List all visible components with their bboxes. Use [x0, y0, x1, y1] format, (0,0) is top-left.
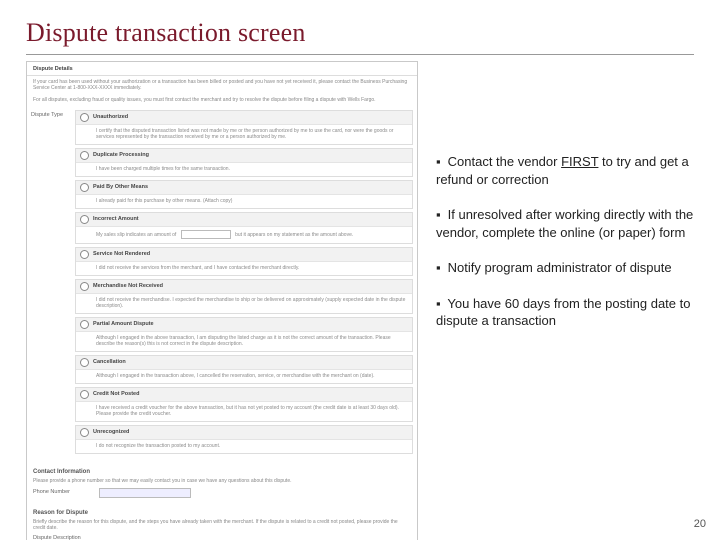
radio-icon[interactable] [80, 250, 89, 259]
radio-icon[interactable] [80, 358, 89, 367]
row-desc: I already paid for this purchase by othe… [76, 195, 412, 208]
radio-icon[interactable] [80, 390, 89, 399]
side-label: Dispute Type [31, 112, 63, 119]
dispute-row: Unrecognized I do not recognize the trans… [75, 425, 413, 454]
row-title: Paid By Other Means [93, 184, 148, 191]
row-title: Unrecognized [93, 429, 129, 436]
contact-lead: Please provide a phone number so that we… [33, 478, 411, 486]
row-title: Service Not Rendered [93, 251, 150, 258]
radio-icon[interactable] [80, 320, 89, 329]
contact-heading: Contact Information [27, 463, 417, 478]
row-title: Credit Not Posted [93, 391, 139, 398]
phone-input[interactable] [99, 488, 191, 498]
dispute-row: Partial Amount Dispute Although I engaged… [75, 317, 413, 352]
desc-label: Dispute Description [33, 535, 93, 540]
radio-icon[interactable] [80, 282, 89, 291]
row-title: Incorrect Amount [93, 216, 139, 223]
radio-icon[interactable] [80, 151, 89, 160]
radio-icon[interactable] [80, 183, 89, 192]
row-desc: Although I engaged in the above transact… [76, 332, 412, 351]
mock-header: Dispute Details [27, 62, 417, 76]
reason-heading: Reason for Dispute [27, 504, 417, 519]
bullet-item: ▪ Contact the vendor FIRST to try and ge… [436, 153, 706, 188]
row-title: Partial Amount Dispute [93, 321, 154, 328]
title-rule [26, 54, 694, 55]
bullet-item: ▪ You have 60 days from the posting date… [436, 295, 706, 330]
row-desc: My sales slip indicates an amount of but… [76, 227, 412, 243]
row-desc: I do not recognize the transaction poste… [76, 440, 412, 453]
dispute-row: Duplicate Processing I have been charged … [75, 148, 413, 177]
dispute-row: Paid By Other Means I already paid for th… [75, 180, 413, 209]
radio-icon[interactable] [80, 113, 89, 122]
row-desc: Although I engaged in the transaction ab… [76, 370, 412, 383]
dispute-screenshot: Dispute Details If your card has been us… [26, 61, 418, 540]
row-title: Duplicate Processing [93, 152, 149, 159]
dispute-row: Credit Not Posted I have received a credi… [75, 387, 413, 422]
dispute-row: Cancellation Although I engaged in the tr… [75, 355, 413, 384]
row-title: Unauthorized [93, 114, 128, 121]
bullet-list: ▪ Contact the vendor FIRST to try and ge… [436, 153, 706, 348]
phone-label: Phone Number [33, 489, 93, 496]
row-desc: I certify that the disputed transaction … [76, 125, 412, 144]
bullet-item: ▪ If unresolved after working directly w… [436, 206, 706, 241]
dispute-row: Unauthorized I certify that the disputed … [75, 110, 413, 145]
row-desc: I have been charged multiple times for t… [76, 163, 412, 176]
radio-icon[interactable] [80, 215, 89, 224]
row-desc: I have received a credit voucher for the… [76, 402, 412, 421]
page-title: Dispute transaction screen [26, 18, 694, 48]
mock-note: For all disputes, excluding fraud or qua… [27, 94, 417, 106]
bullet-item: ▪ Notify program administrator of disput… [436, 259, 706, 277]
row-title: Cancellation [93, 359, 126, 366]
page-number: 20 [694, 518, 706, 530]
row-desc: I did not receive the services from the … [76, 262, 412, 275]
amount-input[interactable] [181, 230, 231, 239]
dispute-row: Incorrect Amount My sales slip indicates … [75, 212, 413, 244]
radio-icon[interactable] [80, 428, 89, 437]
mock-intro: If your card has been used without your … [27, 76, 417, 94]
dispute-row: Merchandise Not Received I did not receiv… [75, 279, 413, 314]
row-title: Merchandise Not Received [93, 283, 163, 290]
row-desc: I did not receive the merchandise. I exp… [76, 294, 412, 313]
dispute-row: Service Not Rendered I did not receive th… [75, 247, 413, 276]
reason-lead: Briefly describe the reason for this dis… [33, 519, 411, 533]
